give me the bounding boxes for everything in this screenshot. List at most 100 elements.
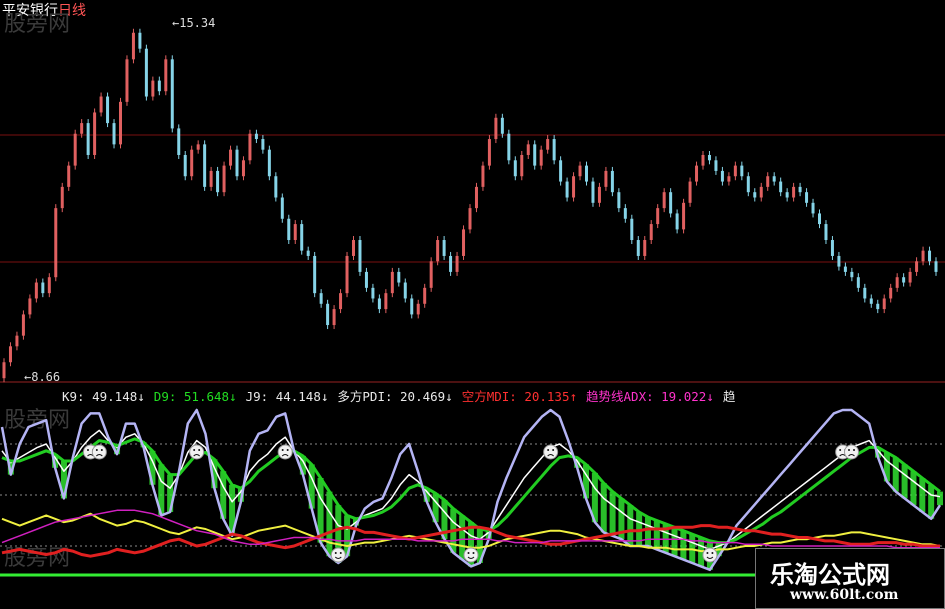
candle-143 bbox=[928, 250, 932, 262]
candle-70 bbox=[455, 255, 459, 272]
face-eye-left-6 bbox=[547, 449, 550, 451]
candle-113 bbox=[733, 165, 737, 177]
price-chart bbox=[0, 28, 945, 383]
candle-132 bbox=[856, 277, 860, 288]
face-eye-left-5 bbox=[467, 552, 470, 554]
candle-16 bbox=[106, 96, 110, 124]
candle-39 bbox=[254, 133, 258, 140]
candle-22 bbox=[144, 48, 148, 97]
candle-139 bbox=[902, 277, 906, 283]
candle-106 bbox=[688, 181, 692, 203]
face-3 bbox=[277, 444, 293, 460]
candle-11 bbox=[73, 133, 77, 166]
candle-61 bbox=[397, 271, 401, 283]
candle-71 bbox=[462, 229, 466, 256]
watermark-top: 股旁网 bbox=[4, 12, 71, 37]
candle-34 bbox=[222, 165, 226, 193]
candle-6 bbox=[41, 282, 45, 294]
smile-face-icon bbox=[330, 547, 346, 563]
candle-80 bbox=[520, 154, 524, 177]
candle-57 bbox=[371, 287, 375, 299]
candle-53 bbox=[345, 255, 349, 294]
candle-121 bbox=[785, 192, 789, 198]
candle-9 bbox=[60, 186, 64, 209]
candle-29 bbox=[190, 149, 194, 177]
candle-118 bbox=[766, 176, 770, 187]
face-9 bbox=[844, 444, 860, 460]
candle-74 bbox=[481, 165, 485, 187]
candle-103 bbox=[669, 192, 673, 214]
candle-47 bbox=[306, 250, 310, 256]
candle-84 bbox=[546, 139, 550, 150]
indicator-bar: K9: 49.148↓ D9: 51.648↓ J9: 44.148↓ 多方PDI: … bbox=[62, 386, 744, 404]
fill-bar-37 bbox=[326, 491, 333, 557]
fill-bar-104 bbox=[919, 478, 926, 512]
candle-99 bbox=[643, 240, 647, 256]
candle-24 bbox=[157, 80, 161, 92]
candle-67 bbox=[436, 240, 440, 262]
candle-134 bbox=[869, 298, 873, 304]
candle-138 bbox=[895, 277, 899, 288]
candle-85 bbox=[552, 139, 556, 161]
candle-58 bbox=[377, 298, 381, 310]
candle-140 bbox=[908, 271, 912, 283]
face-eye-right-3 bbox=[286, 449, 289, 451]
candle-126 bbox=[818, 213, 821, 225]
candle-64 bbox=[416, 303, 420, 315]
fill-bar-71 bbox=[627, 505, 634, 546]
candle-40 bbox=[261, 139, 265, 150]
face-5 bbox=[463, 547, 479, 563]
fill-bar-77 bbox=[680, 530, 687, 560]
candle-131 bbox=[850, 271, 854, 278]
candlestick-series bbox=[2, 28, 938, 383]
brand-badge: 乐淘公式网 www.60lt.com bbox=[755, 548, 945, 609]
candle-111 bbox=[720, 170, 724, 182]
candle-75 bbox=[487, 139, 491, 166]
candle-42 bbox=[274, 176, 278, 198]
candle-4 bbox=[28, 298, 32, 315]
candle-87 bbox=[565, 181, 569, 198]
candle-36 bbox=[235, 149, 239, 177]
fill-bar-69 bbox=[609, 491, 616, 536]
candle-89 bbox=[578, 165, 582, 177]
candle-69 bbox=[449, 255, 453, 272]
fill-bar-103 bbox=[910, 471, 917, 506]
candle-19 bbox=[125, 59, 129, 102]
candle-62 bbox=[403, 282, 407, 299]
face-6 bbox=[543, 444, 559, 460]
candle-83 bbox=[539, 149, 543, 166]
candle-90 bbox=[585, 165, 588, 182]
fill-bar-76 bbox=[671, 527, 678, 557]
candle-88 bbox=[572, 176, 576, 198]
candle-54 bbox=[352, 240, 355, 256]
face-eye-left-8 bbox=[839, 449, 842, 451]
candle-125 bbox=[811, 202, 815, 214]
price-grid bbox=[0, 134, 945, 383]
candle-1 bbox=[8, 346, 12, 363]
face-eye-left-4 bbox=[334, 552, 337, 554]
candle-77 bbox=[500, 117, 504, 134]
candle-60 bbox=[390, 271, 394, 294]
candle-20 bbox=[131, 32, 135, 60]
fill-bar-102 bbox=[901, 464, 908, 499]
candle-116 bbox=[753, 192, 757, 198]
candle-92 bbox=[597, 186, 601, 203]
candle-13 bbox=[86, 123, 90, 155]
candle-68 bbox=[442, 240, 446, 256]
frown-face-icon bbox=[844, 444, 860, 460]
face-eye-left-1 bbox=[95, 449, 98, 451]
candle-21 bbox=[138, 32, 142, 49]
candle-105 bbox=[682, 202, 686, 230]
candle-93 bbox=[604, 170, 608, 187]
candle-35 bbox=[229, 149, 233, 166]
face-4 bbox=[330, 547, 346, 563]
candle-114 bbox=[740, 165, 744, 177]
candle-78 bbox=[507, 133, 511, 161]
candle-81 bbox=[526, 144, 530, 155]
candle-15 bbox=[99, 96, 103, 113]
candle-127 bbox=[824, 224, 828, 241]
candle-18 bbox=[119, 101, 122, 145]
candle-136 bbox=[882, 298, 886, 310]
candle-38 bbox=[248, 133, 252, 161]
candle-17 bbox=[112, 123, 116, 145]
